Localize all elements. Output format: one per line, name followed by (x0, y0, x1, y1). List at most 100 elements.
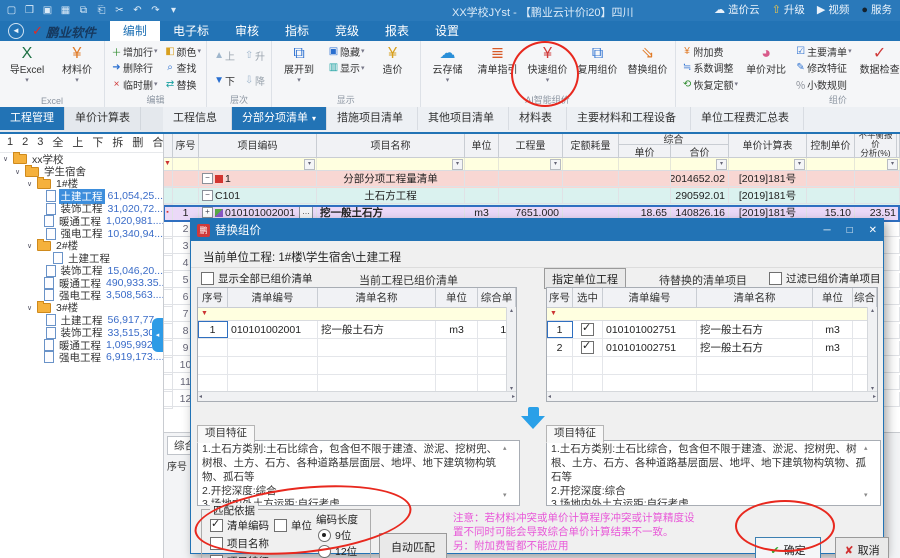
ribbon-item[interactable]: ⇄ 替换 (162, 76, 204, 93)
boq-filter-row[interactable]: ▼ ▾ ▾ ▾ ▾ ▾ ▾ (163, 158, 900, 171)
ribbon-item[interactable]: ⇘ 替换组价 (624, 43, 672, 93)
right-feature-tab[interactable]: 项目特征 (546, 425, 604, 443)
menu-tab[interactable]: 报表 (372, 21, 422, 41)
header-name[interactable]: 项目名称 (317, 132, 465, 158)
checkbox-icon[interactable] (274, 519, 287, 532)
grid-row[interactable]: 1 010101002751 挖一般土石方 m3 (547, 321, 877, 339)
expand-toggle-icon[interactable]: + (202, 207, 213, 218)
back-icon[interactable]: ◄ (8, 23, 24, 39)
grid-empty-row[interactable] (198, 339, 516, 357)
filter-priced-checkbox[interactable]: 过滤已组价清单项目 (769, 271, 881, 286)
grid-empty-row[interactable] (198, 357, 516, 375)
table-row[interactable]: − C101 土石方工程 290592.01 [2019]181号 (163, 188, 900, 205)
grid-header-cell[interactable]: 综合 (853, 288, 877, 307)
grid-row[interactable]: 2 010101002751 挖一般土石方 m3 (547, 339, 877, 357)
ribbon-item[interactable]: ▲ 上 (210, 43, 238, 68)
tree-toolbar-button[interactable]: 删 (132, 134, 143, 150)
main-view-tab[interactable]: 单位工程费汇总表 (691, 107, 804, 130)
left-feature-tab[interactable]: 项目特征 (197, 425, 255, 443)
maximize-icon[interactable]: □ (847, 225, 853, 236)
tree-toolbar-button[interactable]: 2 (22, 136, 28, 148)
row-select-checkbox[interactable] (581, 341, 594, 354)
tree-toolbar-button[interactable]: 下 (92, 134, 103, 150)
header-qty[interactable]: 工程量 (499, 132, 563, 158)
checkbox-icon[interactable] (210, 537, 223, 550)
auto-match-button[interactable]: 自动匹配 (379, 533, 447, 558)
tree-node[interactable]: 强电工程 3,508,563.... (0, 289, 163, 301)
radio-9-digits[interactable]: 9位 (318, 528, 351, 543)
ribbon-item[interactable]: ◕ 单价对比 (742, 43, 790, 93)
ribbon-item[interactable]: ➜ 删除行 (108, 60, 160, 77)
grid-header-cell[interactable]: 单位 (813, 288, 853, 307)
menu-tab[interactable]: 编制 (110, 21, 160, 41)
grid-header-cell[interactable]: 序号 (198, 288, 228, 307)
checkbox-icon[interactable] (769, 272, 782, 285)
tree-toolbar-button[interactable]: 全 (52, 134, 63, 150)
menu-tab[interactable]: 审核 (222, 21, 272, 41)
main-view-tab[interactable]: 材料表 (509, 107, 567, 130)
ribbon-item[interactable]: X 导Excel ▾ (3, 43, 51, 93)
radio-icon[interactable] (318, 545, 331, 558)
dialog-title-bar[interactable]: 鹏 替换组价 ─ □ ✕ (191, 219, 883, 241)
ribbon-item[interactable]: ◧ 颜色 ▾ (162, 43, 204, 60)
expand-toggle-icon[interactable]: − (202, 173, 213, 184)
ribbon-item[interactable]: ≣ 清单指引 (474, 43, 522, 93)
ribbon-item[interactable]: ¥ 材料价 ▾ (53, 43, 101, 93)
copy-icon[interactable]: ⧉ (76, 3, 91, 18)
panel-collapse-handle[interactable]: ◂ (152, 318, 163, 352)
grid-header-cell[interactable]: 选中 (573, 288, 603, 307)
left-panel-tab[interactable]: 工程管理 (0, 107, 65, 130)
undo-icon[interactable]: ↶ (130, 3, 145, 18)
menu-tab[interactable]: 设置 (422, 21, 472, 41)
checkbox-icon[interactable] (201, 272, 214, 285)
tree-caret-icon[interactable]: ∨ (15, 168, 24, 176)
tree-toolbar-button[interactable]: 上 (72, 134, 83, 150)
ribbon-item[interactable]: ＋ 增加行 ▾ (108, 43, 160, 60)
header-control-price[interactable]: 控制单价 (807, 132, 855, 158)
match-checkbox-feature[interactable]: 项目特征 (210, 554, 269, 558)
filter-dropdown-icon[interactable]: ▾ (887, 159, 898, 170)
filter-dropdown-icon[interactable]: ▾ (452, 159, 463, 170)
vertical-scrollbar[interactable]: ▴▾ (867, 307, 877, 392)
tree-node[interactable]: ∨ 学生宿舍 (0, 165, 163, 177)
grid-filter-row[interactable]: ▼ (198, 308, 516, 321)
header-quota[interactable]: 定额耗量 (563, 132, 619, 158)
vertical-scrollbar[interactable]: ▴▾ (506, 307, 516, 392)
match-checkbox-unit[interactable]: 单位 (274, 518, 312, 533)
ribbon-item[interactable]: ≒ 系数调整 (679, 60, 741, 77)
grid-header-cell[interactable]: 清单编号 (603, 288, 697, 307)
row-select-checkbox[interactable] (581, 323, 594, 336)
save-icon[interactable]: ▣ (40, 3, 55, 18)
grid-empty-row[interactable] (547, 357, 877, 375)
toolbar-options-icon[interactable]: ▾ (166, 3, 181, 18)
ribbon-item[interactable]: ☁ 云存储 ▾ (424, 43, 472, 93)
ribbon-item[interactable]: ⇧ 升 (240, 43, 268, 68)
header-unit[interactable]: 单位 (465, 132, 499, 158)
header-price[interactable]: 单价 (619, 145, 671, 158)
grid-row[interactable]: 1 010101002001 挖一般土石方 m3 18 (198, 321, 516, 339)
tree-toolbar-button[interactable]: 3 (37, 136, 43, 148)
close-icon[interactable]: ✕ (869, 225, 877, 236)
tree-node[interactable]: 强电工程 10,340,94... (0, 227, 163, 239)
main-view-tab[interactable]: 工程信息 (163, 107, 232, 130)
minimize-icon[interactable]: ─ (823, 225, 830, 236)
ribbon-item[interactable]: ✓ 数据检查 (856, 43, 900, 93)
grid-header-cell[interactable]: 清单名称 (697, 288, 813, 307)
open-folder-icon[interactable]: ❒ (22, 3, 37, 18)
radio-icon[interactable] (318, 529, 331, 542)
cut-icon[interactable]: ✂ (112, 3, 127, 18)
ribbon-item[interactable]: ▣ 隐藏 ▾ (325, 43, 367, 60)
main-view-tab[interactable]: 措施项目清单 (327, 107, 418, 130)
table-row[interactable]: − 1 分部分项工程量清单 42014652.02 [2019]181号 (163, 171, 900, 188)
ribbon-item[interactable]: ¥ 附加费 (679, 43, 741, 60)
grid-filter-row[interactable]: ▼ (547, 308, 877, 321)
scroll-down-icon[interactable]: ▾ (503, 491, 507, 499)
ribbon-item[interactable]: ✎ 修改特征 (792, 60, 854, 77)
paste-icon[interactable]: ⎗ (94, 3, 109, 18)
main-view-tab[interactable]: 分部分项清单 ▾ (232, 107, 327, 130)
ribbon-item[interactable]: ⇩ 降 (240, 68, 268, 93)
grid-header-cell[interactable]: 序号 (547, 288, 573, 307)
main-view-tab[interactable]: 其他项目清单 (418, 107, 509, 130)
ribbon-item[interactable]: ☑ 主要清单 ▾ (792, 43, 854, 60)
filter-dropdown-icon[interactable]: ▾ (716, 159, 727, 170)
